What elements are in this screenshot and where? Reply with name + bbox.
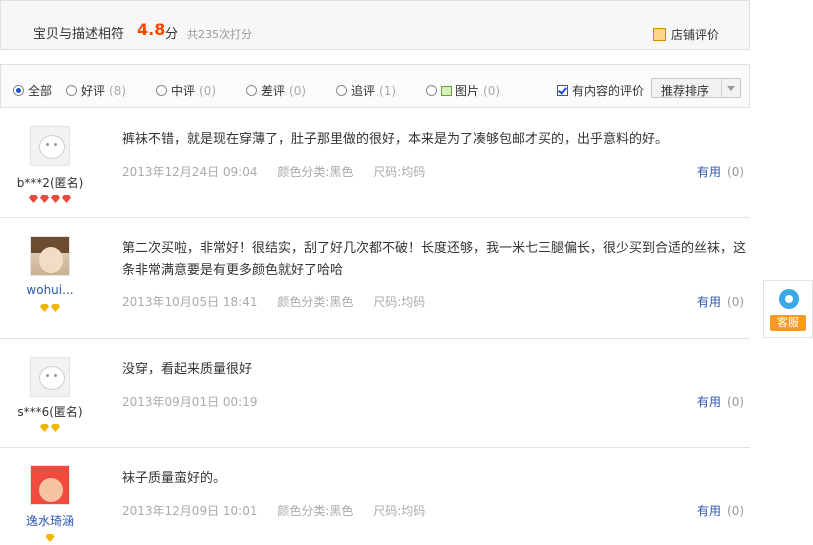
rating-count: 共235次打分 [187,28,252,41]
filter-followup[interactable]: 追评 (1) [336,82,396,99]
review-date: 2013年09月01日 00:19 [122,395,258,409]
default-avatar-icon [39,366,65,390]
rating-unit: 分 [165,27,179,42]
shop-rating-icon [653,28,666,41]
radio-selected-icon [13,85,24,96]
avatar[interactable] [30,465,70,505]
radio-icon [336,85,347,96]
filter-pictures[interactable]: 图片 (0) [426,82,500,99]
buyer-rank-badge [0,531,100,542]
filter-positive[interactable]: 好评 (8) [66,82,126,99]
buyer-rank-badge [0,192,100,203]
chat-bubble-icon [779,289,799,309]
review-meta: 2013年12月24日 09:04 颜色分类:黑色 尺码:均码 [122,163,441,180]
filter-negative[interactable]: 差评 (0) [246,82,306,99]
rating-summary: 宝贝与描述相符 4.8 分 共235次打分 店铺评价 [0,0,750,50]
buyer-rank-badge [0,301,100,312]
review-date: 2013年12月24日 09:04 [122,165,258,179]
review-size: 尺码:均码 [373,165,426,179]
reviewer-nickname[interactable]: wohui... [0,283,100,297]
useful-button[interactable]: 有用 (0) [697,393,744,410]
review-item: wohui... 第二次买啦，非常好！很结实，刮了好几次都不破！长度还够，我一米… [0,218,750,339]
review-filter-bar: 全部 好评 (8) 中评 (0) 差评 (0) 追评 (1) 图片 (0) 有内容的评价 … [0,64,750,108]
description-match-label: 宝贝与描述相符 [33,27,125,42]
buyer-rank-badge [0,421,100,432]
avatar[interactable] [30,126,70,166]
chevron-down-icon [721,79,740,97]
review-size: 尺码:均码 [373,504,426,518]
review-text: 裤袜不错，就是现在穿薄了，肚子那里做的很好，本来是为了凑够包邮才买的，出乎意料的… [122,132,669,147]
default-avatar-icon [39,135,65,159]
review-meta: 2013年12月09日 10:01 颜色分类:黑色 尺码:均码 [122,502,441,519]
radio-icon [426,85,437,96]
review-color: 颜色分类:黑色 [277,165,354,179]
useful-button[interactable]: 有用 (0) [697,293,744,310]
reviewer-nickname[interactable]: 逸水琦涵 [0,512,100,529]
shop-rating-link[interactable]: 店铺评价 [653,26,719,43]
heart-icon [40,195,49,203]
review-item: s***6(匿名) 没穿，看起来质量很好 2013年09月01日 00:19 有… [0,339,750,448]
filter-neutral[interactable]: 中评 (0) [156,82,216,99]
review-color: 颜色分类:黑色 [277,295,354,309]
picture-icon [441,86,452,96]
checkbox-checked-icon [557,85,568,96]
avatar[interactable] [30,357,70,397]
avatar[interactable] [30,236,70,276]
useful-button[interactable]: 有用 (0) [697,163,744,180]
heart-icon [51,195,60,203]
diamond-icon [40,304,49,312]
heart-icon [29,195,38,203]
review-color: 颜色分类:黑色 [277,504,354,518]
customer-service-label: 客服 [770,315,806,331]
content-only-checkbox[interactable]: 有内容的评价 [557,82,644,99]
sort-selected-value: 推荐排序 [661,84,710,98]
sort-dropdown[interactable]: 推荐排序 [651,78,741,98]
review-item: b***2(匿名) 裤袜不错，就是现在穿薄了，肚子那里做的很好，本来是为了凑够包… [0,110,750,218]
radio-icon [66,85,77,96]
review-date: 2013年10月05日 18:41 [122,295,258,309]
useful-button[interactable]: 有用 (0) [697,502,744,519]
review-date: 2013年12月09日 10:01 [122,504,258,518]
review-meta: 2013年09月01日 00:19 [122,393,273,410]
diamond-icon [51,424,60,432]
review-item: 逸水琦涵 袜子质量蛮好的。 2013年12月09日 10:01 颜色分类:黑色 … [0,448,750,542]
diamond-icon [40,424,49,432]
rating-score: 4.8 [137,20,166,39]
diamond-icon [51,304,60,312]
review-text: 没穿，看起来质量很好 [122,362,253,377]
filter-all[interactable]: 全部 [13,82,52,99]
customer-service-button[interactable]: 客服 [763,280,813,338]
review-text: 第二次买啦，非常好！很结实，刮了好几次都不破！长度还够，我一米七三腿偏长，很少买… [122,241,747,278]
radio-icon [246,85,257,96]
review-text: 袜子质量蛮好的。 [122,471,227,486]
review-size: 尺码:均码 [373,295,426,309]
reviewer-nickname: b***2(匿名) [16,176,84,190]
heart-icon [62,195,71,203]
reviewer-nickname: s***6(匿名) [17,405,83,419]
radio-icon [156,85,167,96]
review-meta: 2013年10月05日 18:41 颜色分类:黑色 尺码:均码 [122,293,441,310]
